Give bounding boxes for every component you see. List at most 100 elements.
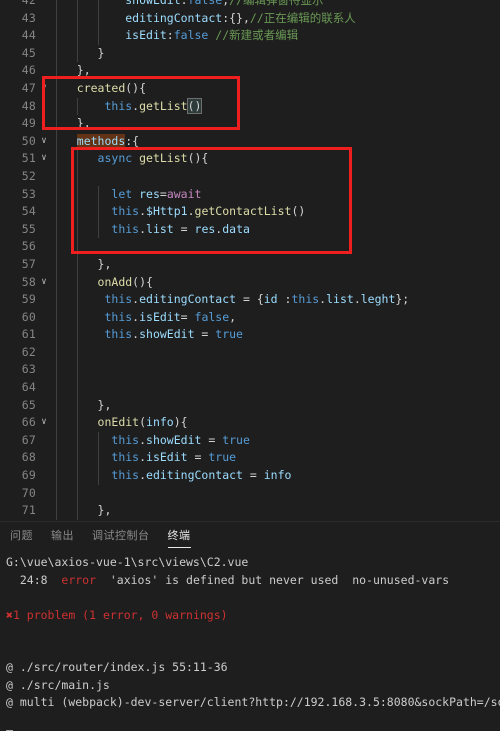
line-number: 69 xyxy=(21,468,36,483)
code-token: = xyxy=(180,309,195,324)
chevron-down-icon[interactable]: ∨ xyxy=(38,414,50,432)
code-line[interactable]: 53 let res=await xyxy=(0,185,500,204)
indent-guide xyxy=(76,484,78,503)
code-token: res xyxy=(139,186,160,201)
code-token: (){ xyxy=(125,80,147,95)
code-line[interactable]: 60 this.isEdit= false, xyxy=(0,308,500,327)
code-line[interactable]: 46 }, xyxy=(0,62,500,80)
code-line[interactable]: 66 ∨ onEdit(info){ xyxy=(0,414,500,432)
code-text: this.isEdit= false, xyxy=(56,309,236,327)
code-line[interactable]: 57 }, xyxy=(0,255,500,274)
code-token: }, xyxy=(56,503,112,518)
code-token: . xyxy=(139,468,147,483)
code-token: info xyxy=(263,468,292,483)
code-text: let res=await xyxy=(56,186,201,204)
code-token: //新建或者编辑 xyxy=(215,28,299,43)
code-editor[interactable]: 42 showEdit:false,//编辑弹窗待显示 43 editingCon… xyxy=(0,0,500,521)
code-line[interactable]: 68 this.isEdit = true xyxy=(0,449,500,468)
code-token: = xyxy=(187,450,209,465)
code-token: created xyxy=(76,80,126,95)
code-token: false xyxy=(187,0,223,7)
tab-debug-console[interactable]: 调试控制台 xyxy=(90,524,152,548)
code-line[interactable]: 65 }, xyxy=(0,396,500,415)
code-text: showEdit:false,//编辑弹窗待显示 xyxy=(56,0,323,10)
code-token: = xyxy=(201,432,223,447)
chevron-down-icon[interactable]: ∨ xyxy=(38,150,50,168)
terminal-line: G:\vue\axios-vue-1\src\views\C2.vue xyxy=(6,554,494,572)
code-line[interactable]: 49 }, xyxy=(0,115,500,133)
tab-problems[interactable]: 问题 xyxy=(8,524,35,548)
code-line[interactable]: 51 ∨ async getList(){ xyxy=(0,150,500,168)
code-text: this.isEdit = true xyxy=(56,449,236,467)
code-line[interactable]: 52 xyxy=(0,167,500,186)
code-token: . xyxy=(139,432,147,447)
code-token: ){ xyxy=(173,415,188,430)
code-line[interactable]: 44 isEdit:false //新建或者编辑 xyxy=(0,27,500,45)
code-line[interactable]: 54 this.$Http1.getContactList() xyxy=(0,203,500,221)
chevron-down-icon[interactable]: ∨ xyxy=(38,80,50,98)
terminal-line: @ ./src/main.js xyxy=(6,677,494,695)
panel-tab-bar[interactable]: 问题 输出 调试控制台 终端 xyxy=(0,522,500,550)
code-line[interactable]: 48 this.getList() xyxy=(0,97,500,116)
code-token: getList xyxy=(139,151,188,166)
code-line[interactable]: 69 this.editingContact = info xyxy=(0,467,500,485)
code-line[interactable]: 70 xyxy=(0,484,500,503)
terminal-line: @ multi (webpack)-dev-server/client?http… xyxy=(6,694,500,712)
indent-guide xyxy=(76,361,78,380)
line-number: 43 xyxy=(21,10,36,25)
terminal-output[interactable]: G:\vue\axios-vue-1\src\views\C2.vue 24:8… xyxy=(0,550,500,731)
line-number: 57 xyxy=(21,256,36,271)
indent-guide xyxy=(56,167,57,186)
code-text: async getList(){ xyxy=(56,150,209,168)
code-token: await xyxy=(166,186,202,201)
code-line[interactable]: 58 ∨ onAdd(){ xyxy=(0,273,500,292)
code-token: true xyxy=(215,327,243,342)
code-token: onAdd xyxy=(97,274,133,289)
chevron-down-icon[interactable]: ∨ xyxy=(38,133,50,151)
code-token: . xyxy=(139,204,147,219)
code-line[interactable]: 55 this.list = res.data xyxy=(0,220,500,239)
code-token: showEdit xyxy=(146,432,202,447)
code-line[interactable]: 63 xyxy=(0,361,500,380)
line-number: 48 xyxy=(21,98,36,113)
code-line[interactable]: 64 xyxy=(0,379,500,397)
code-text: }, xyxy=(56,397,112,415)
code-line[interactable]: 42 showEdit:false,//编辑弹窗待显示 xyxy=(0,0,500,10)
code-line[interactable]: 56 xyxy=(0,238,500,256)
code-line[interactable]: 67 this.showEdit = true xyxy=(0,431,500,450)
tab-output[interactable]: 输出 xyxy=(49,524,76,548)
code-line[interactable]: 43 editingContact:{},//正在编辑的联系人 xyxy=(0,9,500,28)
code-token: list xyxy=(326,292,354,307)
chevron-down-icon[interactable]: ∨ xyxy=(38,274,50,292)
editor-line-container[interactable]: 42 showEdit:false,//编辑弹窗待显示 43 editingCon… xyxy=(0,0,500,520)
code-text: onAdd(){ xyxy=(56,274,153,292)
code-token: this xyxy=(291,292,320,307)
code-token: this xyxy=(111,450,140,465)
code-token: this xyxy=(104,327,133,342)
code-line[interactable]: 45 } xyxy=(0,44,500,63)
code-line[interactable]: 47 ∨ created(){ xyxy=(0,79,500,98)
code-text: this.editingContact = {id :this.list.leg… xyxy=(56,291,409,309)
code-token: (){ xyxy=(132,274,153,289)
code-line[interactable]: 50 ∨ methods:{ xyxy=(0,132,500,151)
tab-terminal[interactable]: 终端 xyxy=(166,524,193,548)
code-line[interactable]: 59 this.editingContact = {id :this.list.… xyxy=(0,291,500,309)
code-token: :{}, xyxy=(222,10,250,25)
line-number: 68 xyxy=(21,450,36,465)
code-line[interactable]: 62 xyxy=(0,343,500,362)
terminal-text: G:\vue\axios-vue-1\src\views\C2.vue xyxy=(6,555,249,569)
code-token: = xyxy=(173,221,195,236)
code-line[interactable]: 71 }, xyxy=(0,502,500,520)
code-line[interactable]: 61 this.showEdit = true xyxy=(0,326,500,344)
code-token: }, xyxy=(56,116,91,131)
code-token: editingContact xyxy=(125,10,223,25)
line-number: 53 xyxy=(21,186,36,201)
code-token: showEdit xyxy=(125,0,181,7)
code-token: true xyxy=(222,432,250,447)
